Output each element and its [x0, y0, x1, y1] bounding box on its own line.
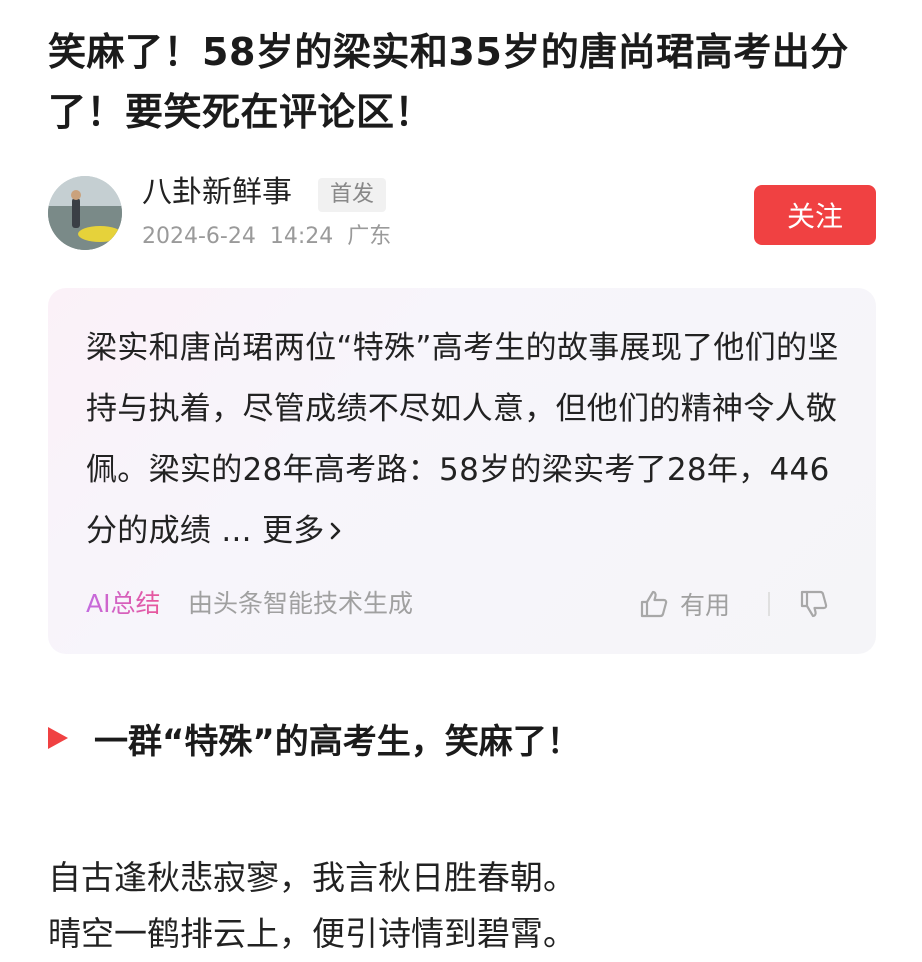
- ai-summary-label: AI总结: [86, 584, 160, 624]
- more-label: 更多: [261, 513, 325, 549]
- useful-button[interactable]: 有用: [638, 584, 730, 624]
- section-title: 一群“特殊”的高考生，笑麻了！: [94, 721, 581, 762]
- author-name[interactable]: 八卦新鲜事: [142, 172, 292, 214]
- footer-divider: [768, 592, 770, 616]
- first-publish-badge: 首发: [318, 178, 387, 212]
- author-avatar[interactable]: [48, 176, 122, 250]
- summary-footer: AI总结 由头条智能技术生成 有用: [86, 584, 846, 624]
- avatar-image: [48, 176, 122, 250]
- chevron-right-icon: [330, 522, 340, 540]
- ai-source-label: 由头条智能技术生成: [188, 589, 414, 618]
- ai-summary-card: 梁实和唐尚珺两位“特殊”高考生的故事展现了他们的坚持与执着，尽管成绩不尽如人意，…: [48, 288, 876, 654]
- useful-label: 有用: [680, 591, 731, 620]
- article-paragraph-2: 晴空一鹤排云上，便引诗情到碧霄。: [48, 914, 576, 953]
- publish-date: 2024-6-24: [142, 224, 256, 249]
- thumbs-down-icon: [800, 590, 828, 618]
- more-link[interactable]: 更多: [262, 513, 345, 549]
- publish-meta: 2024-6-24 14:24 广东: [142, 222, 405, 252]
- article-paragraph: 自古逢秋悲寂寥，我言秋日胜春朝。: [48, 858, 576, 897]
- article-title: 笑麻了！58岁的梁实和35岁的唐尚珺高考出分了！要笑死在评论区！: [48, 30, 849, 134]
- summary-body: 梁实和唐尚珺两位“特殊”高考生的故事展现了他们的坚持与执着，尽管成绩不尽如人意，…: [86, 330, 839, 549]
- thumbs-up-icon: [640, 590, 668, 618]
- not-useful-button[interactable]: [798, 584, 830, 624]
- follow-button[interactable]: 关注: [754, 185, 876, 245]
- section-heading: 一群“特殊”的高考生，笑麻了！: [48, 708, 581, 768]
- triangle-marker-icon: [48, 727, 68, 749]
- publish-time: 14:24: [269, 224, 334, 249]
- summary-text: 梁实和唐尚珺两位“特殊”高考生的故事展现了他们的坚持与执着，尽管成绩不尽如人意，…: [86, 318, 846, 562]
- publish-location: 广东: [347, 224, 392, 249]
